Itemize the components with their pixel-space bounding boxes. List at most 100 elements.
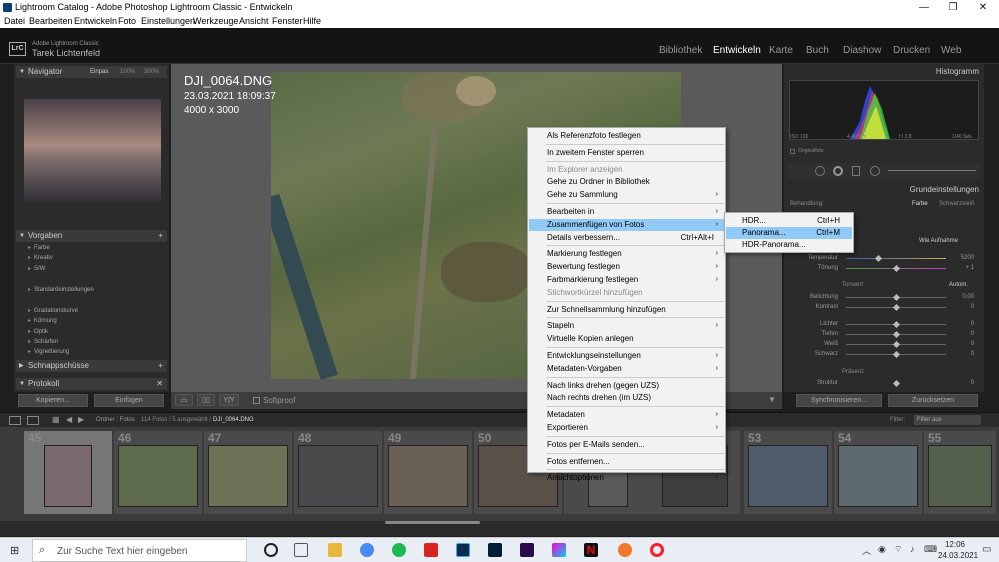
file-explorer-icon[interactable] (328, 543, 342, 557)
redeye-icon[interactable] (833, 166, 843, 176)
clock-date[interactable]: 24.03.2021 (938, 551, 978, 560)
premiere-icon[interactable] (520, 543, 534, 557)
blender-icon[interactable] (618, 543, 632, 557)
notification-icon[interactable]: ▭ (982, 544, 991, 555)
submenu-hdr-panorama[interactable]: HDR-Panorama... (726, 239, 852, 251)
preset-koernung[interactable]: Körnung (28, 317, 57, 324)
zoom-100[interactable]: 100% (120, 66, 135, 78)
radial-filter-icon[interactable] (870, 166, 880, 176)
menu-datei[interactable]: Datei (4, 16, 25, 26)
filmstrip-cell[interactable]: 49 (384, 431, 472, 514)
preset-sw[interactable]: S/W (28, 265, 45, 272)
submenu-panorama[interactable]: Panorama... Ctrl+M (726, 227, 852, 239)
filmstrip-cell[interactable]: 55 (924, 431, 996, 514)
windows-start-icon[interactable]: ⊞ (10, 544, 19, 557)
maximize-button[interactable]: ❐ (938, 0, 968, 15)
clock-time[interactable]: 12:06 (940, 540, 970, 549)
context-menu-item[interactable]: Gehe zu Sammlung › (529, 189, 724, 201)
context-menu-item[interactable]: Metadaten › (529, 409, 724, 421)
minimize-button[interactable]: — (909, 0, 939, 15)
filmstrip-cell[interactable]: 53 (744, 431, 832, 514)
spot-removal-icon[interactable] (815, 166, 825, 176)
context-menu-item[interactable]: Fotos per E-Mails senden... (529, 439, 724, 451)
thumbnail[interactable] (298, 445, 378, 507)
brush-slider[interactable] (888, 170, 976, 171)
context-menu-item[interactable]: Virtuelle Kopien anlegen (529, 333, 724, 345)
forward-arrow-icon[interactable]: ▶ (78, 415, 84, 424)
menu-foto[interactable]: Foto (118, 16, 136, 26)
contrast-value[interactable]: 0 (950, 304, 974, 310)
graduated-filter-icon[interactable] (852, 166, 860, 176)
filmstrip-cell[interactable]: 54 (834, 431, 922, 514)
preset-gradation[interactable]: Gradationskurve (28, 307, 78, 314)
contrast-knob[interactable] (892, 303, 901, 312)
photos-icon[interactable] (552, 543, 566, 557)
treatment-color[interactable]: Farbe (912, 201, 928, 207)
thumbnail[interactable] (838, 445, 918, 507)
exposure-value[interactable]: 0,00 (950, 294, 974, 300)
task-view-icon[interactable] (294, 543, 308, 557)
context-menu-item[interactable]: Bearbeiten in › (529, 206, 724, 218)
main-window-icon[interactable] (9, 416, 21, 425)
menu-werkzeuge[interactable]: Werkzeuge (193, 16, 238, 26)
close-button[interactable]: ✕ (968, 0, 998, 15)
history-header[interactable]: Protokoll✕ (16, 378, 167, 390)
thumbnail[interactable] (928, 445, 992, 507)
wifi-icon[interactable]: ⌔ (894, 544, 902, 555)
shadows-value[interactable]: 0 (950, 331, 974, 337)
module-bibliothek[interactable]: Bibliothek (659, 45, 702, 56)
menu-hilfe[interactable]: Hilfe (303, 16, 321, 26)
texture-knob[interactable] (892, 379, 901, 388)
loupe-view-button[interactable]: ▭ (175, 394, 193, 406)
basic-panel-header[interactable]: Grundeinstellungen (910, 185, 979, 194)
blacks-value[interactable]: 0 (950, 351, 974, 357)
context-menu-item[interactable]: In zweitem Fenster sperren (529, 147, 724, 159)
module-drucken[interactable]: Drucken (893, 45, 930, 56)
filmstrip-cell[interactable]: 47 (204, 431, 292, 514)
whites-value[interactable]: 0 (950, 341, 974, 347)
module-diashow[interactable]: Diashow (843, 45, 881, 56)
lights-value[interactable]: 0 (950, 321, 974, 327)
tray-chevron-icon[interactable]: ︿ (862, 544, 871, 557)
preset-farbe[interactable]: Farbe (28, 244, 50, 251)
thumbnail[interactable] (118, 445, 198, 507)
menu-bearbeiten[interactable]: Bearbeiten (29, 16, 73, 26)
tint-value[interactable]: + 1 (950, 265, 974, 271)
acrobat-icon[interactable] (424, 543, 438, 557)
reset-button[interactable]: Zurücksetzen (888, 394, 978, 407)
context-menu-item[interactable]: Gehe zu Ordner in Bibliothek (529, 176, 724, 188)
filmstrip-scrollbar[interactable] (385, 521, 480, 524)
preset-schaerfen[interactable]: Schärfen (28, 338, 58, 345)
photoshop-icon[interactable] (488, 543, 502, 557)
thumbnail[interactable] (208, 445, 288, 507)
navigator-preview[interactable] (24, 99, 161, 202)
copy-button[interactable]: Kopieren... (18, 394, 88, 407)
auto-tone-button[interactable]: Autom. (949, 282, 968, 288)
context-menu-item[interactable]: Entwicklungseinstellungen › (529, 350, 724, 362)
netflix-icon[interactable]: N (584, 543, 598, 557)
ime-icon[interactable]: ⌨ (924, 544, 937, 555)
filmstrip-cell[interactable]: 48 (294, 431, 382, 514)
context-menu-item[interactable]: Zur Schnellsammlung hinzufügen (529, 304, 724, 316)
zoom-300[interactable]: 300% (144, 66, 159, 78)
lights-knob[interactable] (892, 320, 901, 329)
paste-button[interactable]: Einfügen (94, 394, 164, 407)
before-after-button[interactable]: Y|Y (219, 394, 239, 406)
module-web[interactable]: Web (941, 45, 961, 56)
menu-einstellungen[interactable]: Einstellungen (141, 16, 195, 26)
context-menu-item[interactable]: Als Referenzfoto festlegen (529, 130, 724, 142)
context-menu-item[interactable]: Details verbessern... Ctrl+Alt+I (529, 232, 724, 244)
filmstrip-cell[interactable]: 46 (114, 431, 202, 514)
current-file[interactable]: DJI_0064.DNG (213, 417, 254, 423)
context-menu-item[interactable]: Exportieren › (529, 422, 724, 434)
thumbnail[interactable] (44, 445, 92, 507)
context-menu-item[interactable]: Fotos entfernen... (529, 456, 724, 468)
snapshots-header[interactable]: Schnappschüsse+ (16, 360, 167, 372)
shadows-knob[interactable] (892, 330, 901, 339)
cortana-icon[interactable] (264, 543, 278, 557)
chrome-icon[interactable] (360, 543, 374, 557)
context-menu-item[interactable]: Farbmarkierung festlegen › (529, 274, 724, 286)
context-menu-item[interactable]: Nach links drehen (gegen UZS) (529, 380, 724, 392)
taskbar-search[interactable]: ⌕ Zur Suche Text hier eingeben (32, 539, 247, 562)
filter-select[interactable]: Filter aus (914, 415, 981, 425)
